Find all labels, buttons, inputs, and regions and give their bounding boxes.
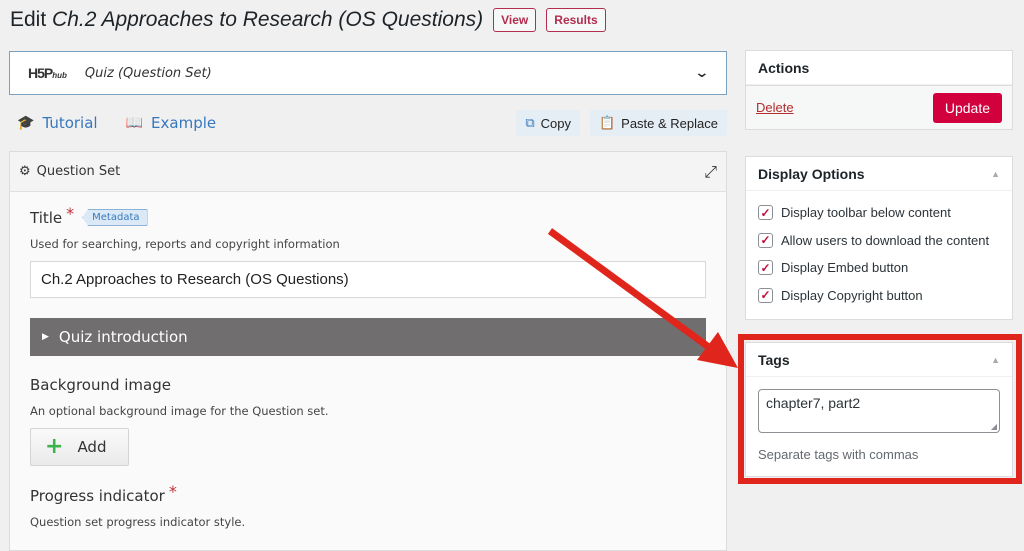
editor-toolbar: 🎓 Tutorial 📖 Example ⧉ Copy 📋 Paste & Re…: [9, 95, 727, 151]
checkbox-checked-icon[interactable]: ✓: [758, 205, 773, 221]
chevron-down-icon[interactable]: ⌄: [695, 65, 710, 81]
question-set-title: Question Set: [36, 164, 121, 179]
delete-link[interactable]: Delete: [756, 100, 794, 115]
results-button[interactable]: Results: [546, 8, 606, 32]
title-description: Used for searching, reports and copyrigh…: [30, 237, 340, 251]
collapse-caret-icon[interactable]: ▲: [991, 169, 1000, 179]
quiz-introduction-toggle[interactable]: ▶ Quiz introduction: [30, 318, 706, 356]
tutorial-label: Tutorial: [42, 114, 98, 132]
caret-right-icon: ▶: [42, 332, 49, 342]
display-options-box: Display Options ▲ ✓ Display toolbar belo…: [745, 156, 1013, 320]
h5p-hub-logo: H5Phub: [28, 65, 67, 81]
plus-icon: +: [45, 434, 64, 459]
display-options-title: Display Options: [758, 165, 865, 182]
graduation-cap-icon: 🎓: [17, 115, 35, 131]
example-link[interactable]: 📖 Example: [126, 114, 217, 132]
update-button[interactable]: Update: [932, 92, 1002, 123]
copy-button[interactable]: ⧉ Copy: [516, 110, 580, 136]
background-image-label: Background image: [30, 376, 171, 394]
view-button[interactable]: View: [493, 8, 537, 32]
question-set-icon: ⚙: [19, 164, 31, 179]
resize-grip-icon[interactable]: ◢: [991, 422, 997, 431]
option-display-toolbar[interactable]: ✓ Display toolbar below content: [758, 199, 1000, 227]
title-input[interactable]: Ch.2 Approaches to Research (OS Question…: [30, 261, 706, 298]
paste-label: Paste & Replace: [621, 115, 718, 131]
question-set-panel: ⚙ Question Set ⤢ Title * Metadata Used f…: [9, 151, 727, 551]
quiz-introduction-label: Quiz introduction: [58, 328, 188, 346]
page-title-content: Ch.2 Approaches to Research (OS Question…: [52, 8, 484, 31]
required-marker: *: [66, 204, 75, 223]
copy-icon: ⧉: [525, 115, 535, 130]
content-type-label: Quiz (Question Set): [84, 65, 212, 81]
paste-replace-button[interactable]: 📋 Paste & Replace: [589, 110, 727, 136]
option-embed-button[interactable]: ✓ Display Embed button: [758, 254, 1000, 282]
page-header: Edit Ch.2 Approaches to Research (OS Que…: [10, 8, 606, 32]
h5p-hub-selector[interactable]: H5Phub Quiz (Question Set) ⌄: [9, 51, 727, 95]
question-set-header: ⚙ Question Set ⤢: [10, 152, 726, 192]
checkbox-checked-icon[interactable]: ✓: [758, 260, 773, 276]
page-title: Edit Ch.2 Approaches to Research (OS Que…: [10, 8, 483, 32]
tutorial-link[interactable]: 🎓 Tutorial: [17, 114, 98, 132]
actions-box: Actions Delete Update: [745, 50, 1013, 130]
copy-label: Copy: [540, 115, 571, 131]
editor-main: H5Phub Quiz (Question Set) ⌄ 🎓 Tutorial …: [9, 51, 727, 551]
option-allow-download[interactable]: ✓ Allow users to download the content: [758, 227, 1000, 255]
tags-box: Tags ▲ chapter7, part2 ◢ Separate tags w…: [745, 342, 1013, 477]
add-background-image-button[interactable]: + Add: [30, 428, 129, 466]
required-marker: *: [168, 482, 177, 501]
collapse-caret-icon[interactable]: ▲: [991, 355, 1000, 365]
tags-textarea[interactable]: chapter7, part2 ◢: [758, 389, 1000, 433]
option-copyright-button[interactable]: ✓ Display Copyright button: [758, 282, 1000, 310]
example-label: Example: [151, 114, 217, 132]
progress-indicator-description: Question set progress indicator style.: [30, 515, 246, 529]
metadata-button[interactable]: Metadata: [82, 209, 148, 226]
page-title-prefix: Edit: [10, 8, 47, 31]
tags-header[interactable]: Tags ▲: [746, 343, 1012, 377]
checkbox-checked-icon[interactable]: ✓: [758, 287, 773, 303]
display-options-header[interactable]: Display Options ▲: [746, 157, 1012, 191]
clipboard-icon: 📋: [598, 115, 616, 130]
fullscreen-icon[interactable]: ⤢: [704, 162, 717, 182]
progress-indicator-label: Progress indicator *: [30, 482, 177, 505]
book-icon: 📖: [125, 115, 144, 131]
actions-title: Actions: [746, 51, 1012, 85]
tags-help-text: Separate tags with commas: [758, 447, 919, 462]
add-label: Add: [77, 438, 107, 456]
tags-title: Tags: [758, 351, 790, 368]
title-field-label: Title * Metadata: [30, 204, 706, 227]
background-image-description: An optional background image for the Que…: [30, 404, 329, 418]
checkbox-checked-icon[interactable]: ✓: [758, 232, 773, 248]
